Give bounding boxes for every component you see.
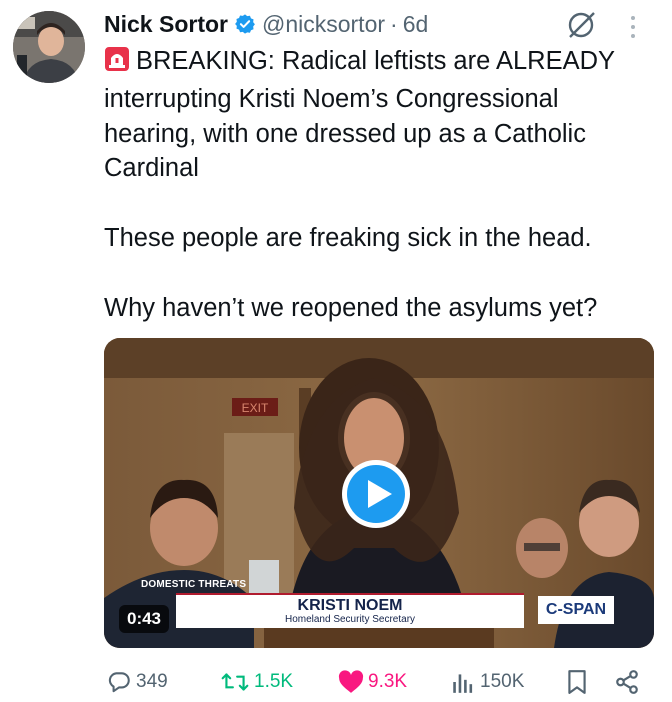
tweet-header: Nick Sortor @nicksortor · 6d — [104, 6, 428, 42]
network-logo: C-SPAN — [538, 596, 614, 624]
header-separator: · — [390, 10, 398, 37]
video-duration: 0:43 — [119, 605, 169, 633]
like-button[interactable]: 9.3K — [338, 664, 407, 700]
tweet-paragraph-1-text: BREAKING: Radical leftists are ALREADY i… — [104, 47, 615, 183]
siren-icon — [104, 46, 130, 82]
repost-icon — [221, 673, 249, 691]
reply-count: 349 — [136, 671, 168, 692]
views-count: 150K — [480, 671, 525, 692]
avatar-image — [13, 11, 85, 83]
like-count: 9.3K — [368, 671, 408, 692]
tweet-timestamp[interactable]: 6d — [403, 11, 429, 38]
share-button[interactable] — [614, 664, 640, 700]
grok-icon[interactable] — [566, 10, 598, 45]
heart-icon — [338, 670, 364, 693]
more-options-icon[interactable] — [628, 14, 638, 45]
tweet-paragraph-1: BREAKING: Radical leftists are ALREADY i… — [104, 44, 652, 186]
exit-sign: EXIT — [242, 401, 269, 415]
share-icon — [616, 670, 638, 694]
play-button-icon[interactable] — [340, 458, 412, 530]
reply-button[interactable]: 349 — [106, 664, 168, 700]
lower-third: KRISTI NOEM Homeland Security Secretary — [176, 593, 524, 628]
tweet-text: BREAKING: Radical leftists are ALREADY i… — [104, 44, 652, 325]
reply-icon — [108, 672, 130, 693]
lower-third-name: KRISTI NOEM — [297, 597, 403, 614]
bookmark-button[interactable] — [566, 664, 588, 700]
author-avatar[interactable] — [13, 11, 85, 83]
bookmark-icon — [568, 670, 586, 694]
verified-badge-icon — [234, 13, 256, 35]
lower-third-title: Homeland Security Secretary — [284, 614, 416, 625]
tweet-paragraph-2: These people are freaking sick in the he… — [104, 223, 592, 252]
action-bar: 349 1.5K 9.3K 150K — [0, 664, 672, 700]
repost-button[interactable]: 1.5K — [220, 664, 293, 700]
repost-count: 1.5K — [254, 671, 294, 692]
video-topic-tag: DOMESTIC THREATS — [141, 579, 247, 590]
tweet-paragraph-3: Why haven’t we reopened the asylums yet? — [104, 293, 598, 322]
author-handle[interactable]: @nicksortor — [262, 11, 385, 38]
views-button[interactable]: 150K — [450, 664, 524, 700]
author-name[interactable]: Nick Sortor — [104, 11, 228, 38]
views-chart-icon — [453, 674, 473, 693]
